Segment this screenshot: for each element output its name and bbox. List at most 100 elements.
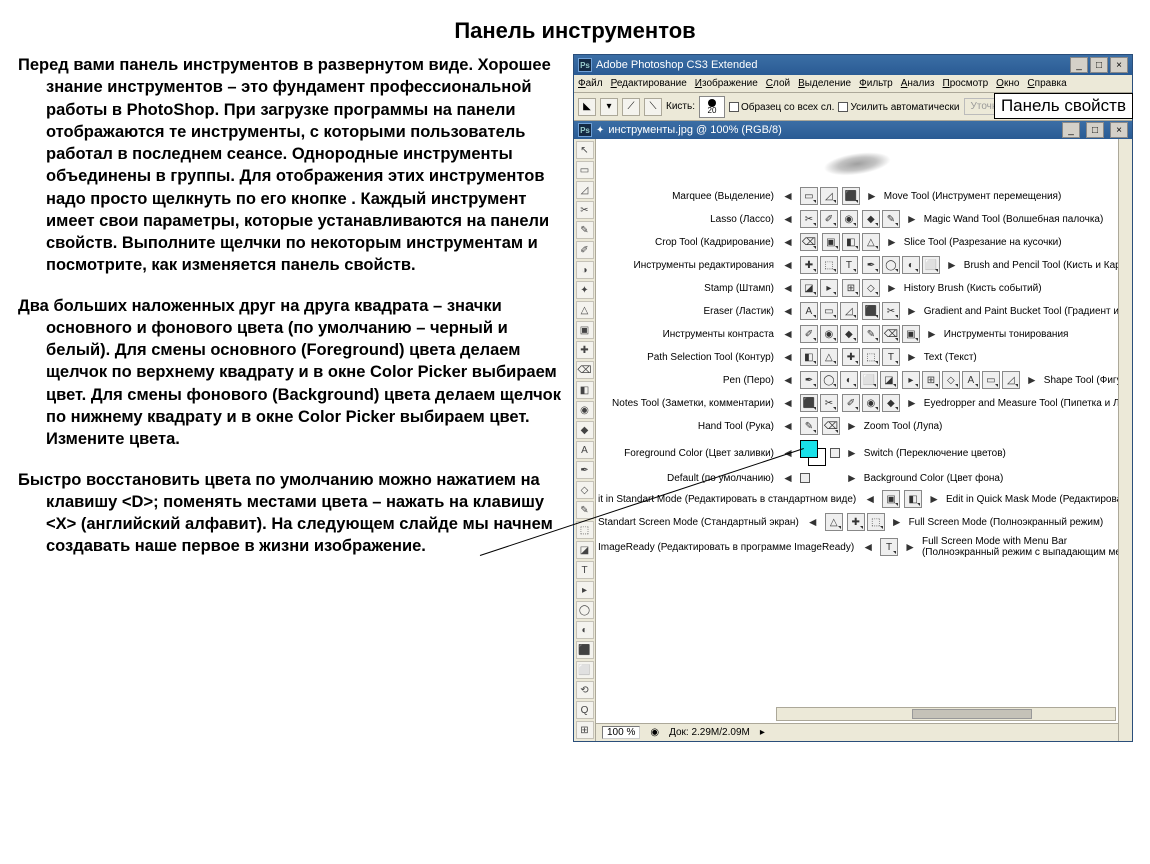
tool-chip[interactable]: ⌫ xyxy=(822,417,840,435)
tool-chip[interactable]: ◇ xyxy=(942,371,960,389)
tool-chip[interactable]: ◉ xyxy=(840,210,858,228)
tool-button-6[interactable]: ◑ xyxy=(576,261,594,279)
tool-chip[interactable]: ◪ xyxy=(800,279,818,297)
tool-chip[interactable]: ✚ xyxy=(800,256,818,274)
tool-chip[interactable]: ◉ xyxy=(862,394,880,412)
tool-button-3[interactable]: ✂ xyxy=(576,201,594,219)
tool-chip[interactable]: ◆ xyxy=(862,210,880,228)
tool-button-27[interactable]: ⟲ xyxy=(576,681,594,699)
tool-chip[interactable]: △ xyxy=(862,233,880,251)
minimize-button[interactable]: _ xyxy=(1070,57,1088,73)
tool-chip[interactable]: ◉ xyxy=(820,325,838,343)
tool-chip[interactable]: ✐ xyxy=(800,325,818,343)
tool-chip[interactable]: ✎ xyxy=(882,210,900,228)
tool-chip[interactable]: ▭ xyxy=(982,371,1000,389)
opt-sample-all[interactable]: Образец со всех сл. xyxy=(729,101,834,113)
tool-chip[interactable]: ✚ xyxy=(847,513,865,531)
menu-item[interactable]: Слой xyxy=(766,78,790,89)
tool-chip[interactable]: ✂ xyxy=(882,302,900,320)
tool-chip[interactable]: ◿ xyxy=(840,302,858,320)
tool-chip[interactable]: ◿ xyxy=(820,187,838,205)
maximize-button[interactable]: □ xyxy=(1090,57,1108,73)
tool-button-13[interactable]: ◉ xyxy=(576,401,594,419)
menu-item[interactable]: Выделение xyxy=(798,78,851,89)
tool-chip[interactable]: ⬛ xyxy=(862,302,880,320)
tool-chip[interactable]: ✒ xyxy=(862,256,880,274)
tool-chip[interactable]: △ xyxy=(820,348,838,366)
tool-button-26[interactable]: ⬜ xyxy=(576,661,594,679)
tool-chip[interactable]: ◐ xyxy=(902,256,920,274)
tool-chip[interactable]: ▣ xyxy=(902,325,920,343)
opt-auto-enhance[interactable]: Усилить автоматически xyxy=(838,101,959,113)
tool-chip[interactable]: ⬜ xyxy=(860,371,878,389)
tool-button-14[interactable]: ◆ xyxy=(576,421,594,439)
tool-chip[interactable]: ◧ xyxy=(800,348,818,366)
tool-chip[interactable]: ⬚ xyxy=(820,256,838,274)
tool-chip[interactable]: ◐ xyxy=(840,371,858,389)
tool-chip[interactable]: ⬜ xyxy=(922,256,940,274)
doc-maximize-button[interactable]: □ xyxy=(1086,122,1104,138)
menu-item[interactable]: Фильтр xyxy=(859,78,893,89)
tool-button-15[interactable]: A xyxy=(576,441,594,459)
tool-chip[interactable]: ◆ xyxy=(882,394,900,412)
tool-button-5[interactable]: ✐ xyxy=(576,241,594,259)
tool-chip[interactable]: ✂ xyxy=(820,394,838,412)
tool-chip[interactable]: △ xyxy=(825,513,843,531)
brush-mode-b[interactable]: ⟍ xyxy=(644,98,662,116)
tool-chip[interactable]: ✎ xyxy=(862,325,880,343)
tool-button-16[interactable]: ✒ xyxy=(576,461,594,479)
tool-chip[interactable]: ◧ xyxy=(904,490,922,508)
tool-chip[interactable]: ⌫ xyxy=(882,325,900,343)
tool-button-7[interactable]: ✦ xyxy=(576,281,594,299)
tool-chip[interactable]: ⬛ xyxy=(842,187,860,205)
tool-chip[interactable]: ◧ xyxy=(842,233,860,251)
brush-mode-a[interactable]: ⟋ xyxy=(622,98,640,116)
tool-button-4[interactable]: ✎ xyxy=(576,221,594,239)
tool-chip[interactable]: ▸ xyxy=(820,279,838,297)
scrollbar-thumb[interactable] xyxy=(912,709,1032,719)
tool-chip[interactable]: ▭ xyxy=(820,302,838,320)
tool-chip[interactable]: ✐ xyxy=(842,394,860,412)
tool-chip[interactable]: ⊞ xyxy=(922,371,940,389)
menu-item[interactable]: Файл xyxy=(578,78,603,89)
menu-item[interactable]: Редактирование xyxy=(611,78,687,89)
tool-chip[interactable]: T xyxy=(840,256,858,274)
tool-button-9[interactable]: ▣ xyxy=(576,321,594,339)
menu-item[interactable]: Справка xyxy=(1027,78,1066,89)
tool-chip[interactable]: A xyxy=(800,302,818,320)
zoom-level[interactable]: 100 % xyxy=(602,726,640,739)
menu-item[interactable]: Просмотр xyxy=(943,78,989,89)
tool-button-2[interactable]: ◿ xyxy=(576,181,594,199)
current-tool-icon[interactable]: ◣ xyxy=(578,98,596,116)
tool-chip[interactable]: ◆ xyxy=(840,325,858,343)
tool-chip[interactable]: ◯ xyxy=(882,256,900,274)
tool-preset-dropdown[interactable]: ▾ xyxy=(600,98,618,116)
tool-button-0[interactable]: ↖ xyxy=(576,141,594,159)
tool-chip[interactable]: ⌫ xyxy=(800,233,818,251)
tool-chip[interactable]: ◯ xyxy=(820,371,838,389)
close-button[interactable]: × xyxy=(1110,57,1128,73)
doc-info-dropdown[interactable]: ▸ xyxy=(760,727,765,738)
fg-bg-swatch[interactable] xyxy=(800,440,826,466)
tool-button-19[interactable]: ⬚ xyxy=(576,521,594,539)
tool-chip[interactable]: T xyxy=(880,538,898,556)
tool-button-29[interactable]: ⊞ xyxy=(576,721,594,739)
tool-chip[interactable]: ◿ xyxy=(1002,371,1020,389)
menu-item[interactable]: Анализ xyxy=(901,78,935,89)
tool-chip[interactable]: ▣ xyxy=(882,490,900,508)
tool-chip[interactable]: ◇ xyxy=(862,279,880,297)
tool-button-18[interactable]: ✎ xyxy=(576,501,594,519)
tool-chip[interactable]: ⊞ xyxy=(842,279,860,297)
tool-button-23[interactable]: ◯ xyxy=(576,601,594,619)
tool-chip[interactable]: ⬚ xyxy=(867,513,885,531)
tool-chip[interactable]: ✎ xyxy=(800,417,818,435)
doc-minimize-button[interactable]: _ xyxy=(1062,122,1080,138)
tool-chip[interactable]: ⬛ xyxy=(800,394,818,412)
tool-button-10[interactable]: ✚ xyxy=(576,341,594,359)
tool-button-11[interactable]: ⌫ xyxy=(576,361,594,379)
tool-button-20[interactable]: ◪ xyxy=(576,541,594,559)
tool-button-28[interactable]: Q xyxy=(576,701,594,719)
menu-item[interactable]: Окно xyxy=(996,78,1019,89)
tool-chip[interactable]: ✚ xyxy=(842,348,860,366)
tool-chip[interactable]: ✒ xyxy=(800,371,818,389)
